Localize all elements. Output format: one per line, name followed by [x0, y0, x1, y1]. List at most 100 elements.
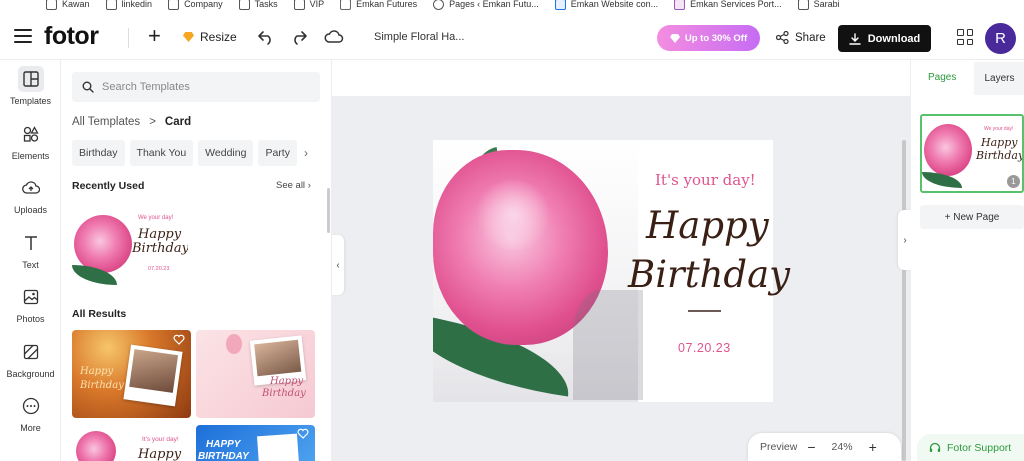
bookmark-company[interactable]: Company	[168, 0, 223, 10]
see-all-link[interactable]: See all ›	[276, 180, 311, 191]
collapse-panel-button[interactable]: ‹	[332, 235, 344, 295]
canvas-scrollbar[interactable]	[902, 140, 906, 461]
bookmark-linkedin[interactable]: linkedin	[105, 0, 153, 10]
apps-grid-icon[interactable]	[957, 29, 973, 45]
photo-frame	[123, 344, 183, 407]
thumb-birthday: Birthday	[132, 241, 188, 256]
result-template-thumb[interactable]: Happy Birthday	[72, 330, 191, 418]
redo-icon[interactable]	[290, 28, 308, 46]
rail-item-templates[interactable]: Templates	[0, 66, 61, 106]
balloon-image	[226, 334, 242, 354]
folder-icon	[168, 0, 180, 10]
chevron-right-icon: ›	[903, 234, 907, 246]
bookmark-vip[interactable]: VIP	[293, 0, 324, 10]
collapse-pages-button[interactable]: ›	[898, 210, 912, 270]
app-root: Kawan linkedin Company Tasks VIP Emkan F…	[0, 0, 1024, 461]
rail-item-more[interactable]: More	[0, 393, 61, 433]
share-button[interactable]: Share	[776, 31, 826, 44]
pages-panel: Pages Layers We your day! Happy Birthday…	[910, 60, 1024, 461]
rail-item-text[interactable]: Text	[0, 230, 61, 270]
recently-used-title: Recently Used	[72, 180, 145, 192]
flower-shadow	[573, 290, 643, 400]
tab-layers[interactable]: Layers	[974, 62, 1024, 95]
chevron-left-icon: ‹	[336, 259, 340, 271]
promo-label: Up to 30% Off	[684, 32, 748, 44]
undo-icon[interactable]	[257, 28, 275, 46]
fotor-logo[interactable]: fotor	[44, 22, 99, 51]
thumb-date: 07.20.23	[148, 266, 170, 272]
card-headline-happy[interactable]: Happy	[646, 204, 769, 247]
chip-birthday[interactable]: Birthday	[72, 140, 125, 166]
thumb-happy-blue: HAPPY	[206, 439, 241, 450]
search-placeholder: Search Templates	[102, 81, 190, 93]
chip-wedding[interactable]: Wedding	[198, 140, 254, 166]
bookmark-label: Emkan Futures	[356, 0, 418, 9]
heart-icon[interactable]	[173, 334, 185, 345]
result-template-thumb[interactable]: Happy Birthday	[196, 330, 315, 418]
breadcrumb: All Templates > Card	[72, 116, 191, 128]
bookmark-pages[interactable]: Pages ‹ Emkan Futu...	[433, 0, 539, 10]
recent-template-thumb[interactable]: We your day! Happy Birthday 07.20.23	[72, 203, 188, 288]
bookmark-label: linkedin	[121, 0, 153, 9]
zoom-in-button[interactable]: +	[869, 439, 877, 455]
tab-pages[interactable]: Pages	[928, 72, 956, 83]
support-button[interactable]: Fotor Support	[917, 434, 1024, 461]
bookmark-label: Kawan	[62, 0, 90, 9]
preview-button[interactable]: Preview	[760, 441, 797, 453]
chip-party[interactable]: Party	[258, 140, 297, 166]
thumb-birthday: Birthday	[80, 380, 124, 391]
couple-photo	[129, 349, 179, 393]
support-label: Fotor Support	[947, 441, 1012, 454]
result-template-thumb[interactable]: HAPPY BIRTHDAY	[196, 425, 315, 461]
couple-photo	[254, 339, 302, 377]
rail-item-label: Elements	[11, 151, 50, 161]
bookmark-sarabi[interactable]: Sarabi	[797, 0, 840, 10]
bookmark-website[interactable]: Emkan Website con...	[554, 0, 658, 10]
bookmark-services[interactable]: Emkan Services Port...	[674, 0, 782, 10]
heart-icon[interactable]	[297, 428, 309, 439]
card-subtitle[interactable]: It's your day!	[655, 171, 756, 189]
hamburger-menu-icon[interactable]	[14, 29, 32, 45]
bookmark-emkan-futures[interactable]: Emkan Futures	[340, 0, 417, 10]
see-all-label: See all	[276, 180, 306, 191]
download-button[interactable]: Download	[838, 25, 931, 52]
document-title[interactable]: Simple Floral Ha...	[374, 31, 464, 43]
panel-scrollbar[interactable]	[327, 188, 330, 233]
page-icon	[340, 0, 352, 10]
breadcrumb-root[interactable]: All Templates	[72, 116, 140, 128]
download-icon	[849, 32, 861, 45]
thumb-subtitle: It's your day!	[142, 436, 179, 443]
zoom-level[interactable]: 24%	[832, 441, 853, 453]
add-button[interactable]: +	[148, 25, 161, 47]
card-date[interactable]: 07.20.23	[678, 341, 731, 355]
doc-icon	[554, 0, 566, 10]
card-divider[interactable]	[688, 310, 721, 312]
bookmark-kawan[interactable]: Kawan	[46, 0, 90, 10]
share-icon	[776, 31, 789, 44]
chip-thank-you[interactable]: Thank You	[129, 140, 194, 166]
rail-item-photos[interactable]: Photos	[0, 284, 61, 324]
chevron-right-icon[interactable]: ›	[302, 140, 310, 166]
slides-icon	[674, 0, 686, 10]
search-icon	[82, 81, 94, 93]
photos-icon	[18, 284, 44, 310]
rail-item-uploads[interactable]: Uploads	[0, 175, 61, 215]
rail-item-elements[interactable]: Elements	[0, 121, 61, 161]
thumb-birthday: Birthday	[976, 149, 1024, 162]
new-page-button[interactable]: + New Page	[920, 205, 1024, 229]
text-icon	[18, 230, 44, 256]
photo-frame	[257, 433, 299, 461]
result-template-thumb[interactable]: It's your day! Happy	[72, 425, 191, 461]
promo-button[interactable]: Up to 30% Off	[657, 25, 760, 51]
left-tool-rail: Templates Elements Uploads Text Photos B…	[0, 60, 61, 461]
search-input[interactable]: Search Templates	[72, 72, 320, 102]
bookmark-tasks[interactable]: Tasks	[238, 0, 278, 10]
card-headline-birthday[interactable]: Birthday	[628, 253, 790, 296]
zoom-out-button[interactable]: −	[807, 439, 815, 455]
cloud-save-icon[interactable]	[324, 28, 344, 46]
rail-item-label: Background	[6, 369, 55, 379]
avatar[interactable]: R	[985, 23, 1016, 54]
resize-button[interactable]: Resize	[183, 30, 237, 44]
rail-item-label: Uploads	[13, 205, 48, 215]
rail-item-background[interactable]: Background	[0, 339, 61, 379]
